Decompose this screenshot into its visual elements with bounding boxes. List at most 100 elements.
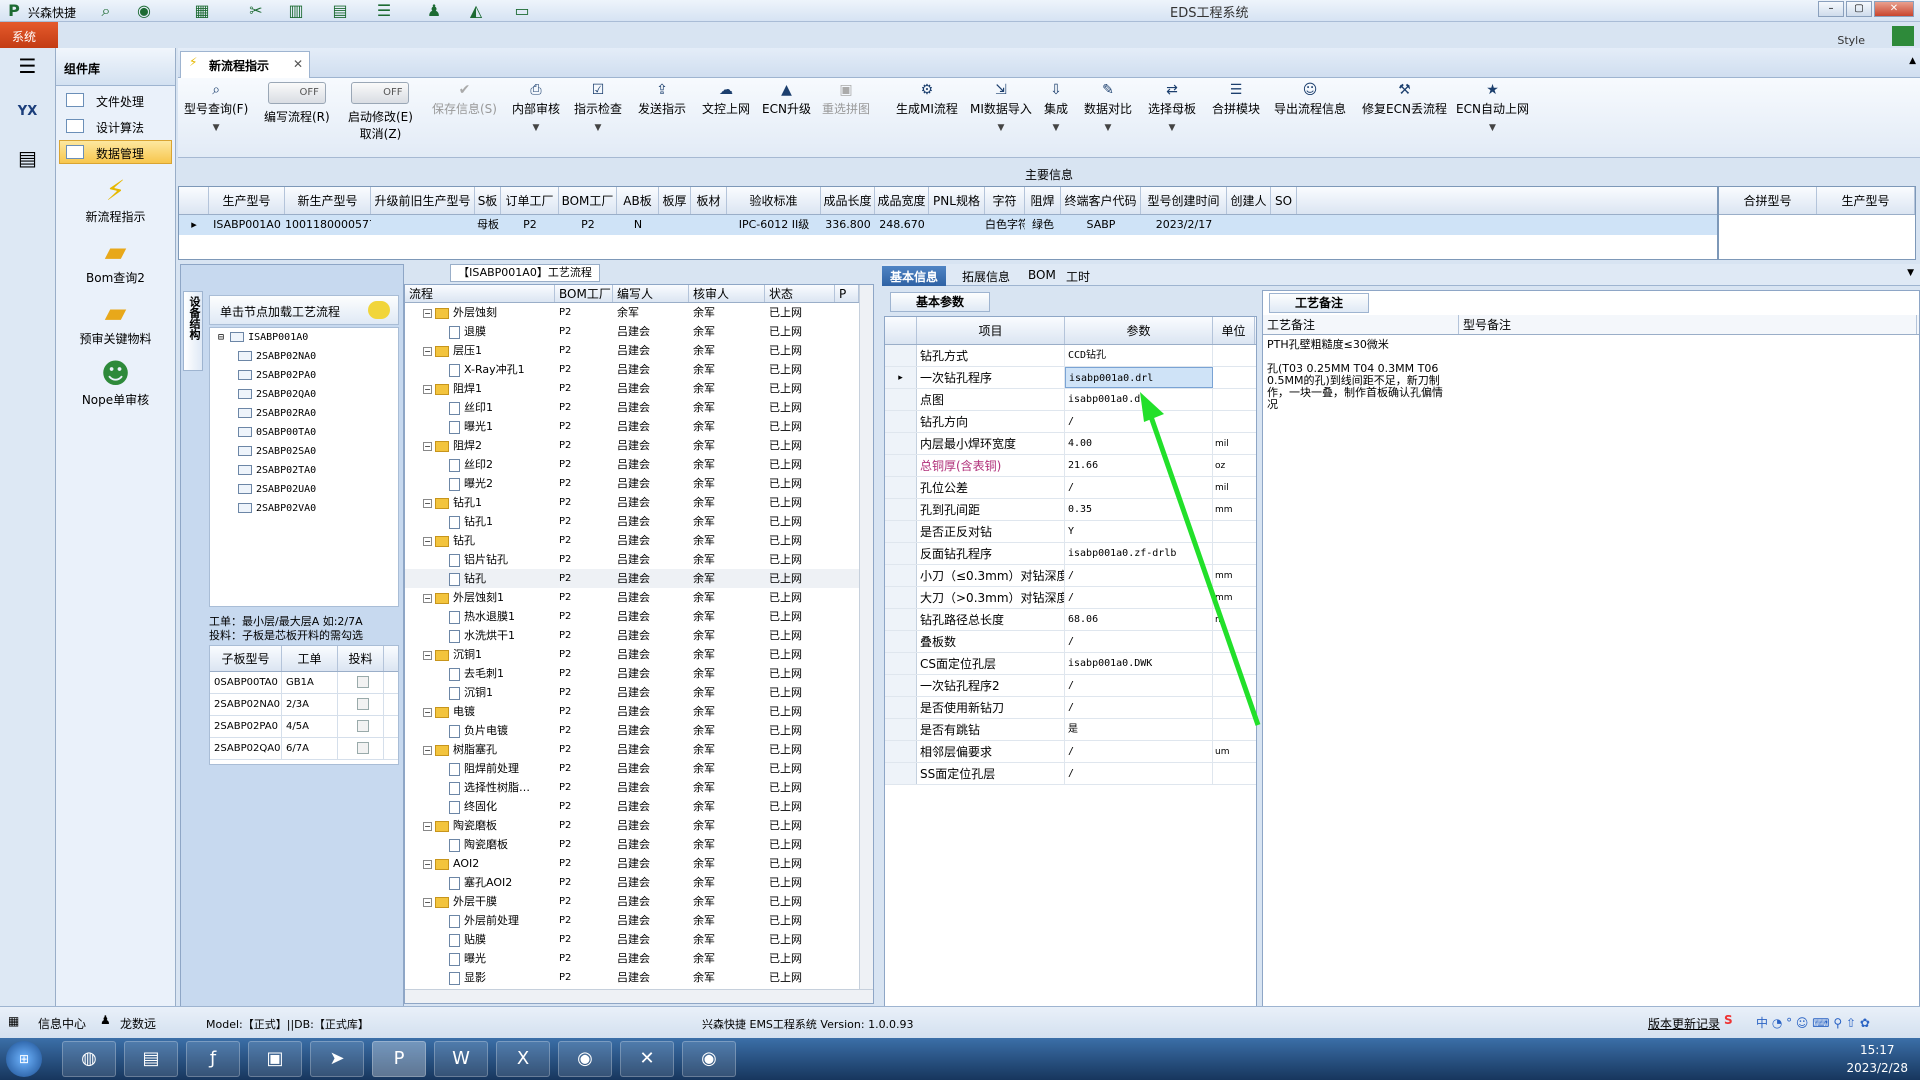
param-value[interactable]: CCD钻孔 <box>1065 345 1213 366</box>
param-value[interactable]: 0.35 <box>1065 499 1213 520</box>
collapse-icon[interactable]: ⊟ <box>218 332 224 343</box>
maximize-button[interactable]: ▢ <box>1846 1 1872 17</box>
tree-node[interactable]: 2SABP02VA0 <box>210 499 398 518</box>
flow-row[interactable]: − 阻焊2 P2 吕建会 余军 已上网 <box>405 436 873 455</box>
taskbar-eds-icon[interactable]: P <box>372 1041 426 1077</box>
flow-row[interactable]: − 外层蚀刻 P2 余军 余军 已上网 <box>405 303 873 322</box>
flow-row[interactable]: 塞孔AOI2 P2 吕建会 余军 已上网 <box>405 873 873 892</box>
cell[interactable]: IPC-6012 II级 <box>727 215 821 235</box>
ribbon-btn-3[interactable]: ☁ 文控上网 <box>702 82 750 117</box>
toggle-switch[interactable]: OFF <box>351 82 410 104</box>
feed-checkbox[interactable] <box>356 676 369 688</box>
tab-extended-info[interactable]: 拓展信息 <box>954 266 1018 286</box>
flow-row[interactable]: 选择性树脂… P2 吕建会 余军 已上网 <box>405 778 873 797</box>
tabs-dropdown-icon[interactable]: ▼ <box>1907 268 1914 278</box>
film-icon[interactable]: ▥ <box>284 1 308 21</box>
expand-icon[interactable]: − <box>423 593 432 603</box>
param-row[interactable]: 点图 isabp001a0.d <box>885 389 1256 411</box>
column-header[interactable]: PNL规格 <box>929 187 985 214</box>
column-header[interactable]: SO <box>1271 187 1297 214</box>
column-header[interactable]: 字符 <box>985 187 1025 214</box>
taskbar-word-icon[interactable]: W <box>434 1041 488 1077</box>
column-header[interactable]: 成品宽度 <box>875 187 929 214</box>
taskbar-shell-icon[interactable]: ◍ <box>62 1041 116 1077</box>
new-flow-indication-item[interactable]: ⚡ 新流程指示 <box>56 174 175 225</box>
ribbon-btn-2[interactable]: ⇪ 发送指示 <box>638 82 686 117</box>
yx-logo-icon[interactable]: YX <box>8 104 48 140</box>
param-row[interactable]: 小刀（≤0.3mm）对钻深度 / mm <box>885 565 1256 587</box>
expand-icon[interactable]: − <box>423 897 432 907</box>
param-row[interactable]: SS面定位孔层 / <box>885 763 1256 785</box>
param-row[interactable]: 孔到孔间距 0.35 mm <box>885 499 1256 521</box>
column-header[interactable]: 创建人 <box>1227 187 1271 214</box>
flow-row[interactable]: 钻孔1 P2 吕建会 余军 已上网 <box>405 512 873 531</box>
comp-item-data-management[interactable]: 数据管理 <box>59 140 172 164</box>
taskbar-arrow-icon[interactable]: ➤ <box>310 1041 364 1077</box>
param-row[interactable]: 总铜厚(含表铜) 21.66 oz <box>885 455 1256 477</box>
cell[interactable]: P2 <box>501 215 559 235</box>
column-header[interactable]: 工单 <box>282 646 338 671</box>
param-value[interactable]: 21.66 <box>1065 455 1213 476</box>
column-header[interactable]: 单位 <box>1213 317 1255 344</box>
hamburger-menu-icon[interactable]: ☰ <box>8 54 48 90</box>
ime-logo-icon[interactable]: S <box>1724 1013 1733 1027</box>
flow-row[interactable]: − 钻孔1 P2 吕建会 余军 已上网 <box>405 493 873 512</box>
expand-icon[interactable]: − <box>423 707 432 717</box>
column-header[interactable]: AB板 <box>617 187 659 214</box>
column-header[interactable]: 板厚 <box>659 187 691 214</box>
cell[interactable]: P2 <box>559 215 617 235</box>
param-value[interactable]: / <box>1065 763 1213 784</box>
tree-node[interactable]: 2SABP02UA0 <box>210 480 398 499</box>
ribbon-btn-10[interactable]: ⇄ 选择母板 ▼ <box>1148 82 1196 133</box>
param-row[interactable]: 叠板数 / <box>885 631 1256 653</box>
param-value[interactable]: Y <box>1065 521 1213 542</box>
flow-row[interactable]: 外层前处理 P2 吕建会 余军 已上网 <box>405 911 873 930</box>
tree-node[interactable]: 2SABP02PA0 <box>210 366 398 385</box>
param-value[interactable]: / <box>1065 741 1213 762</box>
flow-row[interactable]: − 电镀 P2 吕建会 余军 已上网 <box>405 702 873 721</box>
flow-row[interactable]: 铝片钻孔 P2 吕建会 余军 已上网 <box>405 550 873 569</box>
ribbon-btn-11[interactable]: ☰ 合拼模块 <box>1212 82 1260 117</box>
feed-checkbox[interactable] <box>356 720 369 732</box>
param-row[interactable]: 是否正反对钻 Y <box>885 521 1256 543</box>
column-header[interactable]: 阻焊 <box>1025 187 1061 214</box>
param-row[interactable]: 钻孔路径总长度 68.06 m <box>885 609 1256 631</box>
flow-row[interactable]: − 钻孔 P2 吕建会 余军 已上网 <box>405 531 873 550</box>
cell[interactable]: SABP <box>1061 215 1141 235</box>
flow-horizontal-scrollbar[interactable] <box>405 989 873 1003</box>
chart-icon[interactable]: ▤ <box>328 1 352 21</box>
tab-close-icon[interactable]: ✕ <box>293 57 303 71</box>
column-header[interactable]: 工艺备注 <box>1263 315 1459 334</box>
param-value[interactable]: 68.06 <box>1065 609 1213 630</box>
column-header[interactable]: 新生产型号 <box>285 187 371 214</box>
flow-row[interactable]: 热水退膜1 P2 吕建会 余军 已上网 <box>405 607 873 626</box>
flow-row[interactable]: 曝光 P2 吕建会 余军 已上网 <box>405 949 873 968</box>
tab-basic-info[interactable]: 基本信息 <box>882 266 947 286</box>
column-header[interactable]: 核审人 <box>689 285 765 302</box>
flow-row[interactable]: 丝印2 P2 吕建会 余军 已上网 <box>405 455 873 474</box>
sub-board-row[interactable]: 2SABP02PA0 4/5A <box>210 716 398 738</box>
cell[interactable]: 336.800 <box>821 215 875 235</box>
column-header[interactable]: 订单工厂 <box>501 187 559 214</box>
param-value[interactable]: / <box>1065 697 1213 718</box>
column-header[interactable]: 升级前旧生产型号 <box>371 187 475 214</box>
ribbon-btn-6[interactable]: ⚙ 生成MI流程 <box>896 82 958 117</box>
cell[interactable] <box>659 215 691 235</box>
column-header[interactable]: 终端客户代码 <box>1061 187 1141 214</box>
cancel-label[interactable]: 取消(Z) <box>348 125 413 142</box>
device-structure-tab[interactable]: 设备结构 <box>183 291 203 371</box>
param-value[interactable]: / <box>1065 565 1213 586</box>
ribbon-btn-12[interactable]: ☺ 导出流程信息 <box>1274 82 1346 117</box>
param-row[interactable]: 孔位公差 / mil <box>885 477 1256 499</box>
column-header[interactable]: 投料 <box>338 646 384 671</box>
taskbar-flash-icon[interactable]: ƒ <box>186 1041 240 1077</box>
ribbon-btn-0[interactable]: ⎙ 内部审核 ▼ <box>512 82 560 133</box>
param-value[interactable]: / <box>1065 631 1213 652</box>
flow-row[interactable]: − AOI2 P2 吕建会 余军 已上网 <box>405 854 873 873</box>
cell[interactable]: 绿色 <box>1025 215 1061 235</box>
flow-row[interactable]: 沉铜1 P2 吕建会 余军 已上网 <box>405 683 873 702</box>
param-row[interactable]: 钻孔方向 / <box>885 411 1256 433</box>
param-value[interactable]: / <box>1065 587 1213 608</box>
param-row[interactable]: 是否有跳钻是 <box>885 719 1256 741</box>
cell[interactable] <box>929 215 985 235</box>
